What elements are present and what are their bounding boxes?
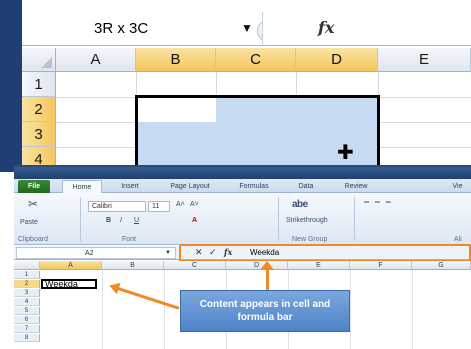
alignment-group-label: Ali (454, 236, 462, 243)
row-header-3[interactable]: 3 (14, 289, 40, 297)
font-size-box[interactable]: 11 (148, 201, 170, 212)
formula-bar[interactable]: fx (262, 12, 471, 46)
grid-line (102, 270, 103, 349)
row-header-2[interactable]: 2 (22, 97, 56, 122)
name-box-value: A2 (85, 250, 94, 257)
name-box-dropdown-icon[interactable]: ▼ (165, 248, 171, 259)
title-bar (14, 167, 471, 179)
ribbon-tabs: File Home Insert Page Layout Formulas Da… (14, 179, 471, 193)
tab-formulas[interactable]: Formulas (228, 180, 280, 193)
formula-bar-highlight (179, 244, 471, 262)
grow-font-button[interactable]: A˄ (176, 201, 185, 208)
ribbon-separator (80, 197, 81, 241)
column-header-b[interactable]: B (136, 48, 216, 72)
ribbon-separator (354, 197, 355, 241)
column-header-c[interactable]: C (164, 261, 226, 270)
column-header-a[interactable]: A (56, 48, 136, 72)
row-header-5[interactable]: 5 (14, 307, 40, 315)
row-header-6[interactable]: 6 (14, 316, 40, 324)
column-header-d[interactable]: D (296, 48, 378, 72)
grid-line (350, 270, 351, 349)
row-header-1[interactable]: 1 (14, 271, 40, 279)
align-icons[interactable]: ═ ═ ═ (364, 199, 393, 206)
excel-window: File Home Insert Page Layout Formulas Da… (14, 165, 471, 349)
scissors-icon[interactable]: ✂ (28, 197, 38, 211)
column-header-a[interactable]: A (40, 261, 102, 270)
strikethrough-button[interactable]: Strikethrough (286, 217, 328, 224)
row-header-1[interactable]: 1 (22, 72, 56, 97)
bold-button[interactable]: B (106, 217, 111, 224)
column-header-e[interactable]: E (288, 261, 350, 270)
font-name-box[interactable]: Calibri (88, 201, 146, 212)
column-header-d[interactable]: D (226, 261, 288, 270)
tab-review[interactable]: Review (332, 180, 380, 193)
underline-button[interactable]: U (134, 217, 139, 224)
tab-page-layout[interactable]: Page Layout (158, 180, 222, 193)
font-color-button[interactable]: A (192, 217, 197, 224)
arrow-up-icon (260, 261, 274, 270)
select-all-corner[interactable] (22, 48, 56, 72)
grid-line (164, 270, 165, 349)
zoomed-spreadsheet: 3R x 3C ▼ fx A B C D E 1 2 3 4 ✚ (0, 0, 471, 172)
name-box[interactable]: A2 ▼ (16, 247, 176, 259)
row-header-8[interactable]: 8 (14, 334, 40, 342)
callout-box: Content appears in cell and formula bar (180, 290, 350, 332)
tab-insert[interactable]: Insert (110, 180, 150, 193)
grid-line (412, 270, 413, 349)
new-group-label: New Group (292, 236, 328, 243)
row-header-4[interactable]: 4 (14, 298, 40, 306)
row-header-7[interactable]: 7 (14, 325, 40, 333)
tab-data[interactable]: Data (286, 180, 326, 193)
paste-button[interactable]: Paste (20, 219, 38, 226)
tab-view[interactable]: Vie (444, 180, 471, 193)
window-edge (0, 0, 22, 172)
font-group-label: Font (122, 236, 137, 243)
column-header-b[interactable]: B (102, 261, 164, 270)
row-header-2[interactable]: 2 (14, 280, 40, 288)
column-header-e[interactable]: E (378, 48, 471, 72)
arrow-left-icon (107, 279, 121, 295)
clipboard-group-label: Clipboard (18, 236, 48, 243)
ribbon-separator (278, 197, 279, 241)
callout-arrow-up (266, 268, 269, 292)
name-box-dropdown-icon[interactable]: ▼ (241, 21, 253, 35)
ribbon: ✂ Paste Clipboard Calibri 11 A˄ A˅ B I U… (14, 193, 471, 245)
column-header-c[interactable]: C (216, 48, 296, 72)
cursor-cross-icon: ✚ (337, 142, 354, 164)
tab-home[interactable]: Home (62, 180, 102, 193)
name-box[interactable]: 3R x 3C ▼ (22, 12, 279, 46)
callout-arrow-left (117, 287, 180, 310)
column-header-f[interactable]: F (350, 261, 412, 270)
active-cell-a2[interactable]: Weekda (41, 279, 97, 289)
row-header-3[interactable]: 3 (22, 122, 56, 147)
strikethrough-sample[interactable]: abe (292, 199, 308, 210)
insert-function-icon[interactable]: fx (318, 18, 334, 37)
name-box-value: 3R x 3C (94, 20, 149, 37)
column-header-g[interactable]: G (412, 261, 471, 270)
tab-file[interactable]: File (18, 180, 50, 193)
select-all-corner[interactable] (14, 261, 40, 270)
shrink-font-button[interactable]: A˅ (190, 201, 199, 208)
italic-button[interactable]: I (120, 217, 122, 224)
